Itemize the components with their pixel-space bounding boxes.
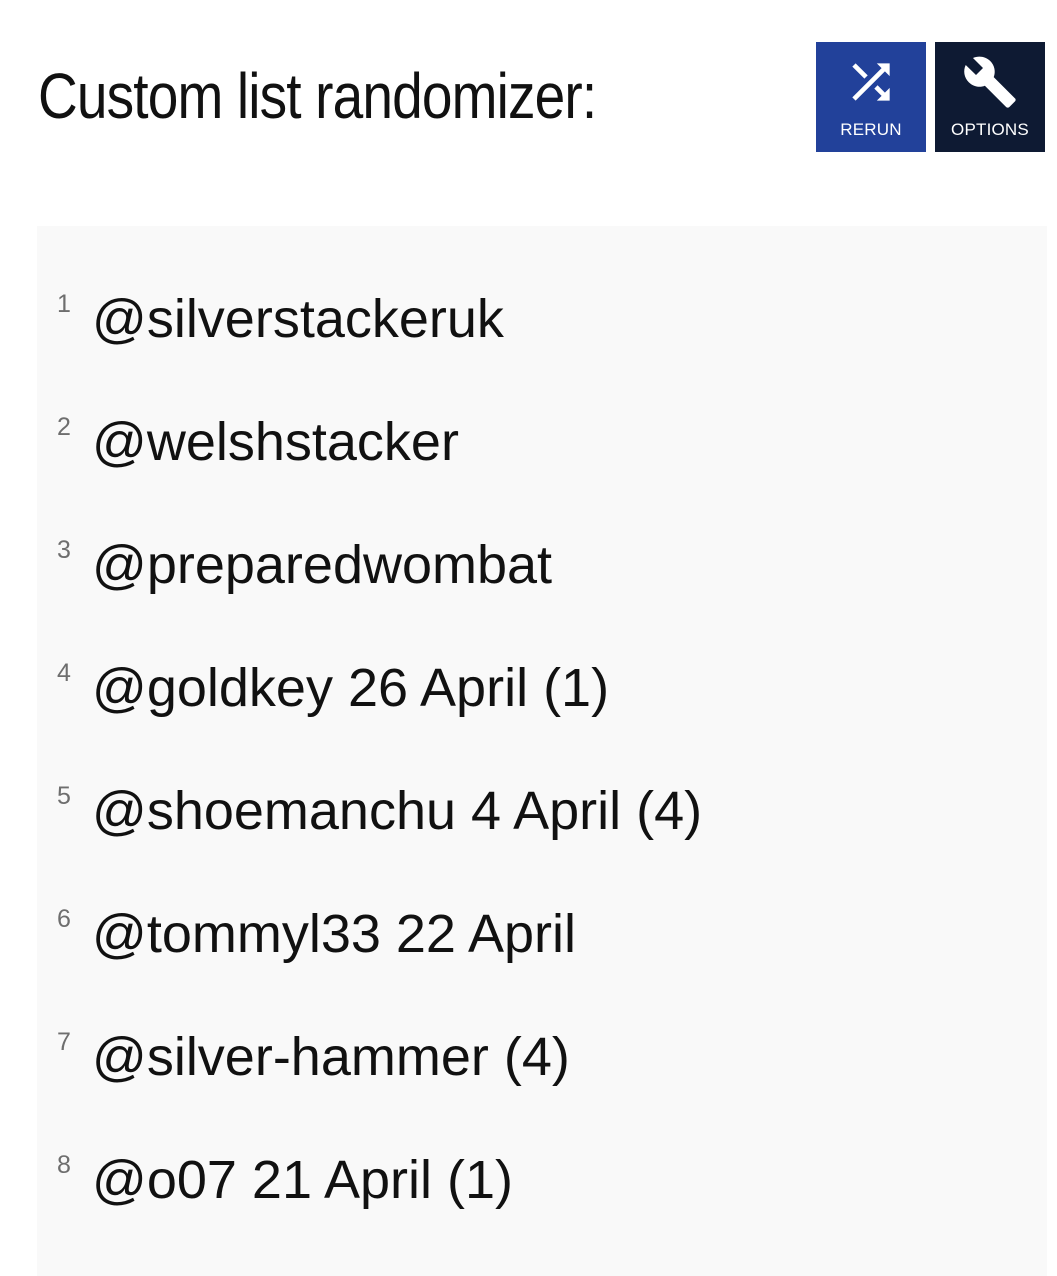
list-item: 7 @silver-hammer (4) — [37, 1026, 1037, 1106]
wrench-icon — [964, 56, 1016, 108]
item-number: 6 — [57, 905, 71, 933]
list-item: 6 @tommyl33 22 April — [37, 903, 1037, 983]
item-number: 3 — [57, 536, 71, 564]
list-item: 5 @shoemanchu 4 April (4) — [37, 780, 1037, 860]
item-number: 1 — [57, 290, 71, 318]
list-item: 3 @preparedwombat — [37, 534, 1037, 614]
item-text: @goldkey 26 April (1) — [92, 658, 610, 718]
options-button-label: OPTIONS — [951, 120, 1029, 139]
item-text: @tommyl33 22 April — [92, 904, 576, 964]
rerun-button-label: RERUN — [840, 120, 902, 139]
page-title: Custom list randomizer: — [38, 60, 597, 132]
item-number: 4 — [57, 659, 71, 687]
item-number: 2 — [57, 413, 71, 441]
item-text: @silver-hammer (4) — [92, 1027, 570, 1087]
item-number: 5 — [57, 782, 71, 810]
shuffle-icon — [852, 63, 890, 101]
list-item: 8 @o07 21 April (1) — [37, 1149, 1037, 1229]
item-text: @preparedwombat — [92, 535, 553, 595]
options-button[interactable]: OPTIONS — [935, 42, 1045, 152]
item-text: @o07 21 April (1) — [92, 1150, 514, 1210]
list-item: 2 @welshstacker — [37, 411, 1037, 491]
list-item: 4 @goldkey 26 April (1) — [37, 657, 1037, 737]
item-text: @silverstackeruk — [92, 289, 504, 349]
item-text: @welshstacker — [92, 412, 459, 472]
results-panel: 1 @silverstackeruk 2 @welshstacker 3 @pr… — [37, 226, 1047, 1276]
rerun-button[interactable]: RERUN — [816, 42, 926, 152]
item-number: 8 — [57, 1151, 71, 1179]
item-number: 7 — [57, 1028, 71, 1056]
list-item: 1 @silverstackeruk — [37, 288, 1037, 368]
item-text: @shoemanchu 4 April (4) — [92, 781, 703, 841]
